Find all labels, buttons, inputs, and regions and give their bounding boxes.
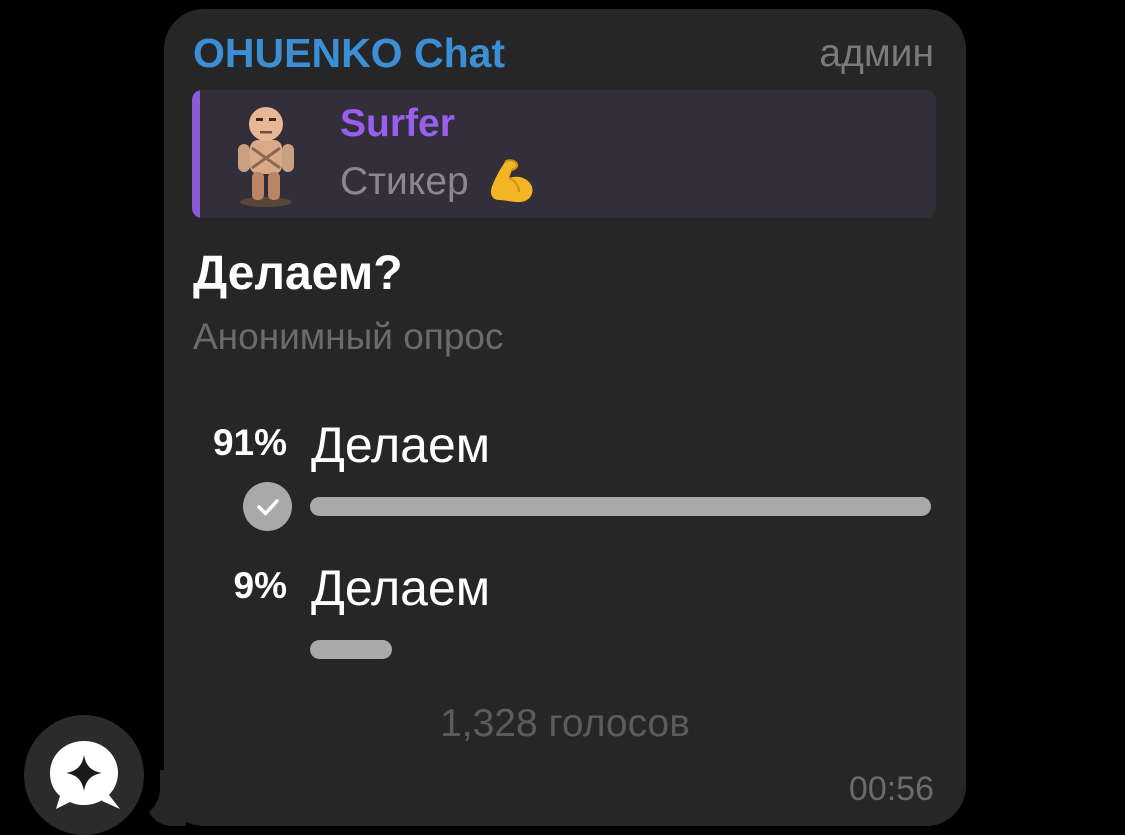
avatar[interactable] (24, 715, 144, 835)
poll-option-label[interactable]: Делаем (311, 416, 490, 474)
chat-screen: OHUENKO Chat админ Surfer Стикер Делаем?… (0, 0, 1125, 835)
author-role-badge: админ (819, 32, 934, 75)
reply-preview[interactable]: Surfer Стикер (192, 90, 936, 218)
reply-author: Surfer (340, 102, 455, 145)
option-percent: 91% (212, 422, 287, 463)
poll-option-bar (310, 640, 392, 659)
reply-preview-text: Стикер (340, 160, 469, 203)
poll-question: Делаем? (193, 247, 403, 300)
ai-chat-sparkle-icon (50, 741, 120, 809)
flexed-biceps-emoji (490, 159, 533, 203)
chat-name[interactable]: OHUENKO Chat (193, 30, 505, 77)
poll-type-label: Анонимный опрос (193, 316, 504, 357)
check-icon (243, 482, 292, 531)
poll-option-bar (310, 497, 931, 516)
message-time: 00:56 (848, 770, 934, 808)
option-percent: 9% (233, 565, 287, 606)
total-votes[interactable]: 1,328 голосов (164, 702, 966, 746)
reply-accent-bar (192, 90, 200, 218)
poll-option-label[interactable]: Делаем (311, 559, 490, 617)
sticker-thumbnail (238, 107, 294, 207)
